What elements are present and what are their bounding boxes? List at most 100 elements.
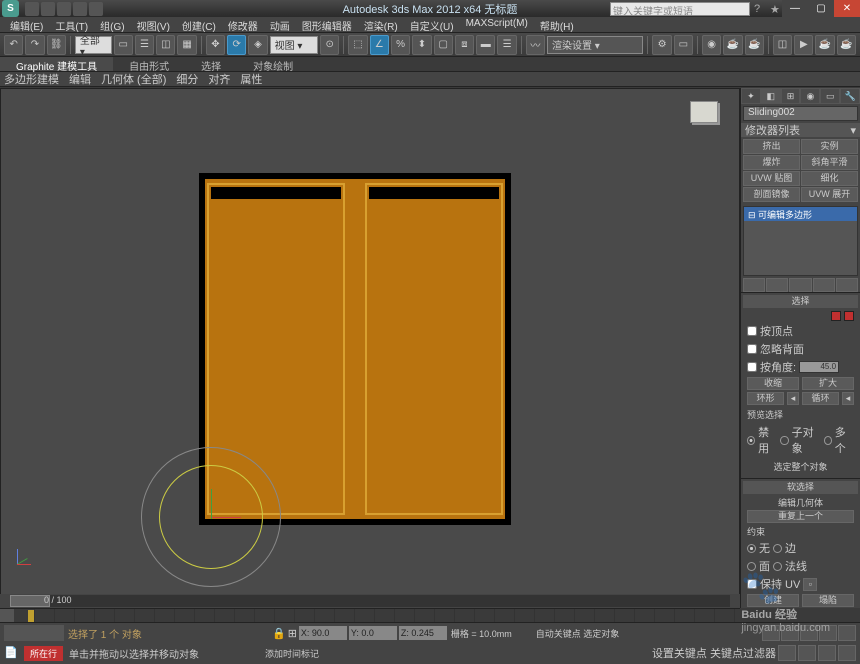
material-editor-button[interactable]: ◉ xyxy=(702,35,721,55)
menu-maxscript[interactable]: MAXScript(M) xyxy=(460,17,534,32)
soft-selection-header[interactable]: 软选择 xyxy=(743,481,858,494)
quick-render-button[interactable]: ☕ xyxy=(815,35,834,55)
qat-redo-icon[interactable] xyxy=(89,2,103,16)
window-crossing-button[interactable]: ▦ xyxy=(177,35,196,55)
menu-group[interactable]: 组(G) xyxy=(94,17,130,32)
menu-grapheditors[interactable]: 图形编辑器 xyxy=(296,17,358,32)
next-frame-button[interactable] xyxy=(819,625,837,641)
ribbon-tab-graphite[interactable]: Graphite 建模工具 xyxy=(0,57,113,71)
nav-zoom-button[interactable] xyxy=(798,645,816,661)
menu-create[interactable]: 创建(C) xyxy=(176,17,222,32)
tab-utilities-icon[interactable]: 🔧 xyxy=(840,88,860,104)
mod-uvwunwrap-button[interactable]: UVW 展开 xyxy=(801,187,858,202)
schematic-view-button[interactable]: ◫ xyxy=(773,35,792,55)
tab-display-icon[interactable]: ▭ xyxy=(820,88,840,104)
menu-edit[interactable]: 编辑(E) xyxy=(4,17,49,32)
viewcube[interactable] xyxy=(679,97,729,137)
constraint-edge-radio[interactable] xyxy=(773,544,782,553)
mod-refine-button[interactable]: 细化 xyxy=(801,171,858,186)
mod-explode-button[interactable]: 爆炸 xyxy=(743,155,800,170)
menu-rendering[interactable]: 渲染(R) xyxy=(358,17,404,32)
curve-editor-button[interactable]: 〰 xyxy=(526,35,545,55)
menu-tools[interactable]: 工具(T) xyxy=(49,17,94,32)
x-coord-input[interactable]: X: 90.0 xyxy=(299,626,347,640)
named-sets-button[interactable]: ▢ xyxy=(434,35,453,55)
angle-snap-button[interactable]: ∠ xyxy=(370,35,389,55)
tab-create-icon[interactable]: ✦ xyxy=(741,88,761,104)
pin-stack-icon[interactable] xyxy=(743,278,765,292)
ribbon-properties[interactable]: 属性 xyxy=(240,71,262,87)
constraint-face-radio[interactable] xyxy=(747,562,756,571)
nav-pan-button[interactable] xyxy=(778,645,796,661)
use-center-button[interactable]: ⊙ xyxy=(320,35,339,55)
ribbon-tab-objectpaint[interactable]: 对象绘制 xyxy=(237,57,309,71)
ring-spinner[interactable]: ◂ xyxy=(787,392,799,405)
menu-animation[interactable]: 动画 xyxy=(264,17,296,32)
constraint-normal-radio[interactable] xyxy=(773,562,782,571)
qat-save-icon[interactable] xyxy=(57,2,71,16)
by-angle-checkbox[interactable] xyxy=(747,362,757,372)
undo-button[interactable]: ↶ xyxy=(4,35,23,55)
help-search-input[interactable]: 键入关键字或短语 xyxy=(610,2,750,16)
loop-spinner[interactable]: ◂ xyxy=(842,392,854,405)
move-button[interactable]: ✥ xyxy=(206,35,225,55)
layers-button[interactable]: ☰ xyxy=(497,35,516,55)
menu-help[interactable]: 帮助(H) xyxy=(534,17,580,32)
modifier-list-dropdown[interactable]: 修改器列表▾ xyxy=(741,123,860,137)
angle-spinner[interactable]: 45.0 xyxy=(799,361,839,373)
viewcube-face[interactable] xyxy=(690,101,718,123)
collapse-button[interactable]: 塌陷 xyxy=(802,594,854,607)
ribbon-tab-freeform[interactable]: 自由形式 xyxy=(113,57,185,71)
create-button[interactable]: 创建 xyxy=(747,594,799,607)
qat-new-icon[interactable] xyxy=(25,2,39,16)
ribbon-subdiv[interactable]: 细分 xyxy=(176,71,198,87)
rotate-gizmo[interactable] xyxy=(141,447,281,587)
add-time-tag[interactable]: 添加时间标记 xyxy=(265,647,319,660)
constraint-none-radio[interactable] xyxy=(747,544,756,553)
qat-undo-icon[interactable] xyxy=(73,2,87,16)
mod-bevel-button[interactable]: 斜角平滑 xyxy=(801,155,858,170)
link-button[interactable]: ⛓ xyxy=(47,35,66,55)
ring-button[interactable]: 环形 xyxy=(747,392,784,405)
select-name-button[interactable]: ☰ xyxy=(135,35,154,55)
loop-button[interactable]: 循环 xyxy=(802,392,839,405)
ribbon-tab-selection[interactable]: 选择 xyxy=(185,57,237,71)
menu-modifiers[interactable]: 修改器 xyxy=(222,17,264,32)
ref-coord-dropdown[interactable]: 视图 ▾ xyxy=(270,36,318,54)
app-logo-icon[interactable]: S xyxy=(2,0,19,17)
preview-multi-radio[interactable] xyxy=(824,436,832,445)
y-coord-input[interactable]: Y: 0.0 xyxy=(349,626,397,640)
menu-customize[interactable]: 自定义(U) xyxy=(404,17,460,32)
remove-mod-icon[interactable] xyxy=(813,278,835,292)
make-unique-icon[interactable] xyxy=(789,278,811,292)
percent-snap-button[interactable]: % xyxy=(391,35,410,55)
mirror-button[interactable]: ⧈ xyxy=(455,35,474,55)
abs-rel-icon[interactable]: ⊞ xyxy=(288,627,297,640)
trackbar-ruler[interactable] xyxy=(34,609,740,623)
maxscript-icon[interactable]: 📄 xyxy=(4,646,18,660)
ribbon-geometry[interactable]: 几何体 (全部) xyxy=(101,71,166,87)
ignore-backfacing-checkbox[interactable] xyxy=(747,344,757,354)
render-frame-button[interactable]: ▭ xyxy=(674,35,693,55)
tab-motion-icon[interactable]: ◉ xyxy=(800,88,820,104)
teapot-icon[interactable]: ☕ xyxy=(837,35,856,55)
ribbon-edit[interactable]: 编辑 xyxy=(69,71,91,87)
preview-subobj-radio[interactable] xyxy=(780,436,788,445)
trackbar[interactable] xyxy=(0,608,740,622)
shrink-button[interactable]: 收缩 xyxy=(747,377,799,390)
tab-modify-icon[interactable]: ◧ xyxy=(761,88,781,104)
ribbon-polymodel[interactable]: 多边形建模 xyxy=(4,71,59,87)
render-last-button[interactable]: ▶ xyxy=(794,35,813,55)
mod-mirror-button[interactable]: 剖面镜像 xyxy=(743,187,800,202)
render-production-button[interactable]: ☕ xyxy=(723,35,742,55)
z-coord-input[interactable]: Z: 0.245 xyxy=(399,626,447,640)
render-setup-button[interactable]: ⚙ xyxy=(652,35,671,55)
repeat-last-button[interactable]: 重复上一个 xyxy=(747,510,854,523)
rotate-button[interactable]: ⟳ xyxy=(227,35,246,55)
redo-button[interactable]: ↷ xyxy=(25,35,44,55)
configure-icon[interactable] xyxy=(836,278,858,292)
select-region-button[interactable]: ◫ xyxy=(156,35,175,55)
render-preset-dropdown[interactable]: 渲染设置 ▾ xyxy=(547,36,643,54)
goto-start-button[interactable] xyxy=(762,625,780,641)
preview-off-radio[interactable] xyxy=(747,436,755,445)
